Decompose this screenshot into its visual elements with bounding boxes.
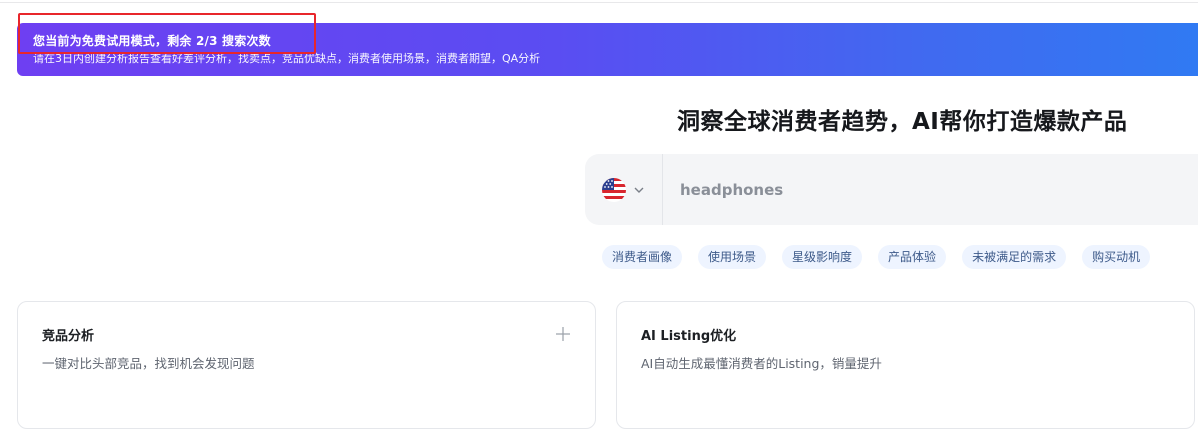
chevron-down-icon xyxy=(634,187,644,193)
card-description: 一键对比头部竞品，找到机会发现问题 xyxy=(42,356,255,371)
tag-unmet-needs[interactable]: 未被满足的需求 xyxy=(962,245,1067,269)
tag-product-experience[interactable]: 产品体验 xyxy=(878,245,947,269)
search-input[interactable] xyxy=(680,169,1198,210)
highlight-annotation-box xyxy=(18,13,316,54)
plus-icon[interactable] xyxy=(555,326,571,342)
tag-consumer-profile[interactable]: 消费者画像 xyxy=(602,245,683,269)
card-title: 竞品分析 xyxy=(42,329,95,344)
ai-listing-card[interactable]: AI Listing优化 AI自动生成最懂消费者的Listing，销量提升 xyxy=(616,301,1195,429)
region-select[interactable] xyxy=(585,154,663,225)
analysis-tag-row: 消费者画像 使用场景 星级影响度 产品体验 未被满足的需求 购买动机 xyxy=(602,245,1166,269)
page: 您当前为免费试用模式，剩余 2/3 搜索次数 请在3日内创建分析报告查看好差评分… xyxy=(0,0,1198,430)
tag-star-impact[interactable]: 星级影响度 xyxy=(782,245,863,269)
top-divider xyxy=(0,2,1198,3)
competitor-analysis-card[interactable]: 竞品分析 一键对比头部竞品，找到机会发现问题 xyxy=(17,301,596,429)
tag-usage-scenario[interactable]: 使用场景 xyxy=(698,245,767,269)
card-description: AI自动生成最懂消费者的Listing，销量提升 xyxy=(641,356,882,371)
hero-title: 洞察全球消费者趋势，AI帮你打造爆款产品 xyxy=(677,109,1128,135)
search-bar xyxy=(585,154,1198,225)
card-title: AI Listing优化 xyxy=(641,329,737,344)
tag-purchase-motivation[interactable]: 购买动机 xyxy=(1082,245,1151,269)
us-flag-icon xyxy=(602,177,626,202)
